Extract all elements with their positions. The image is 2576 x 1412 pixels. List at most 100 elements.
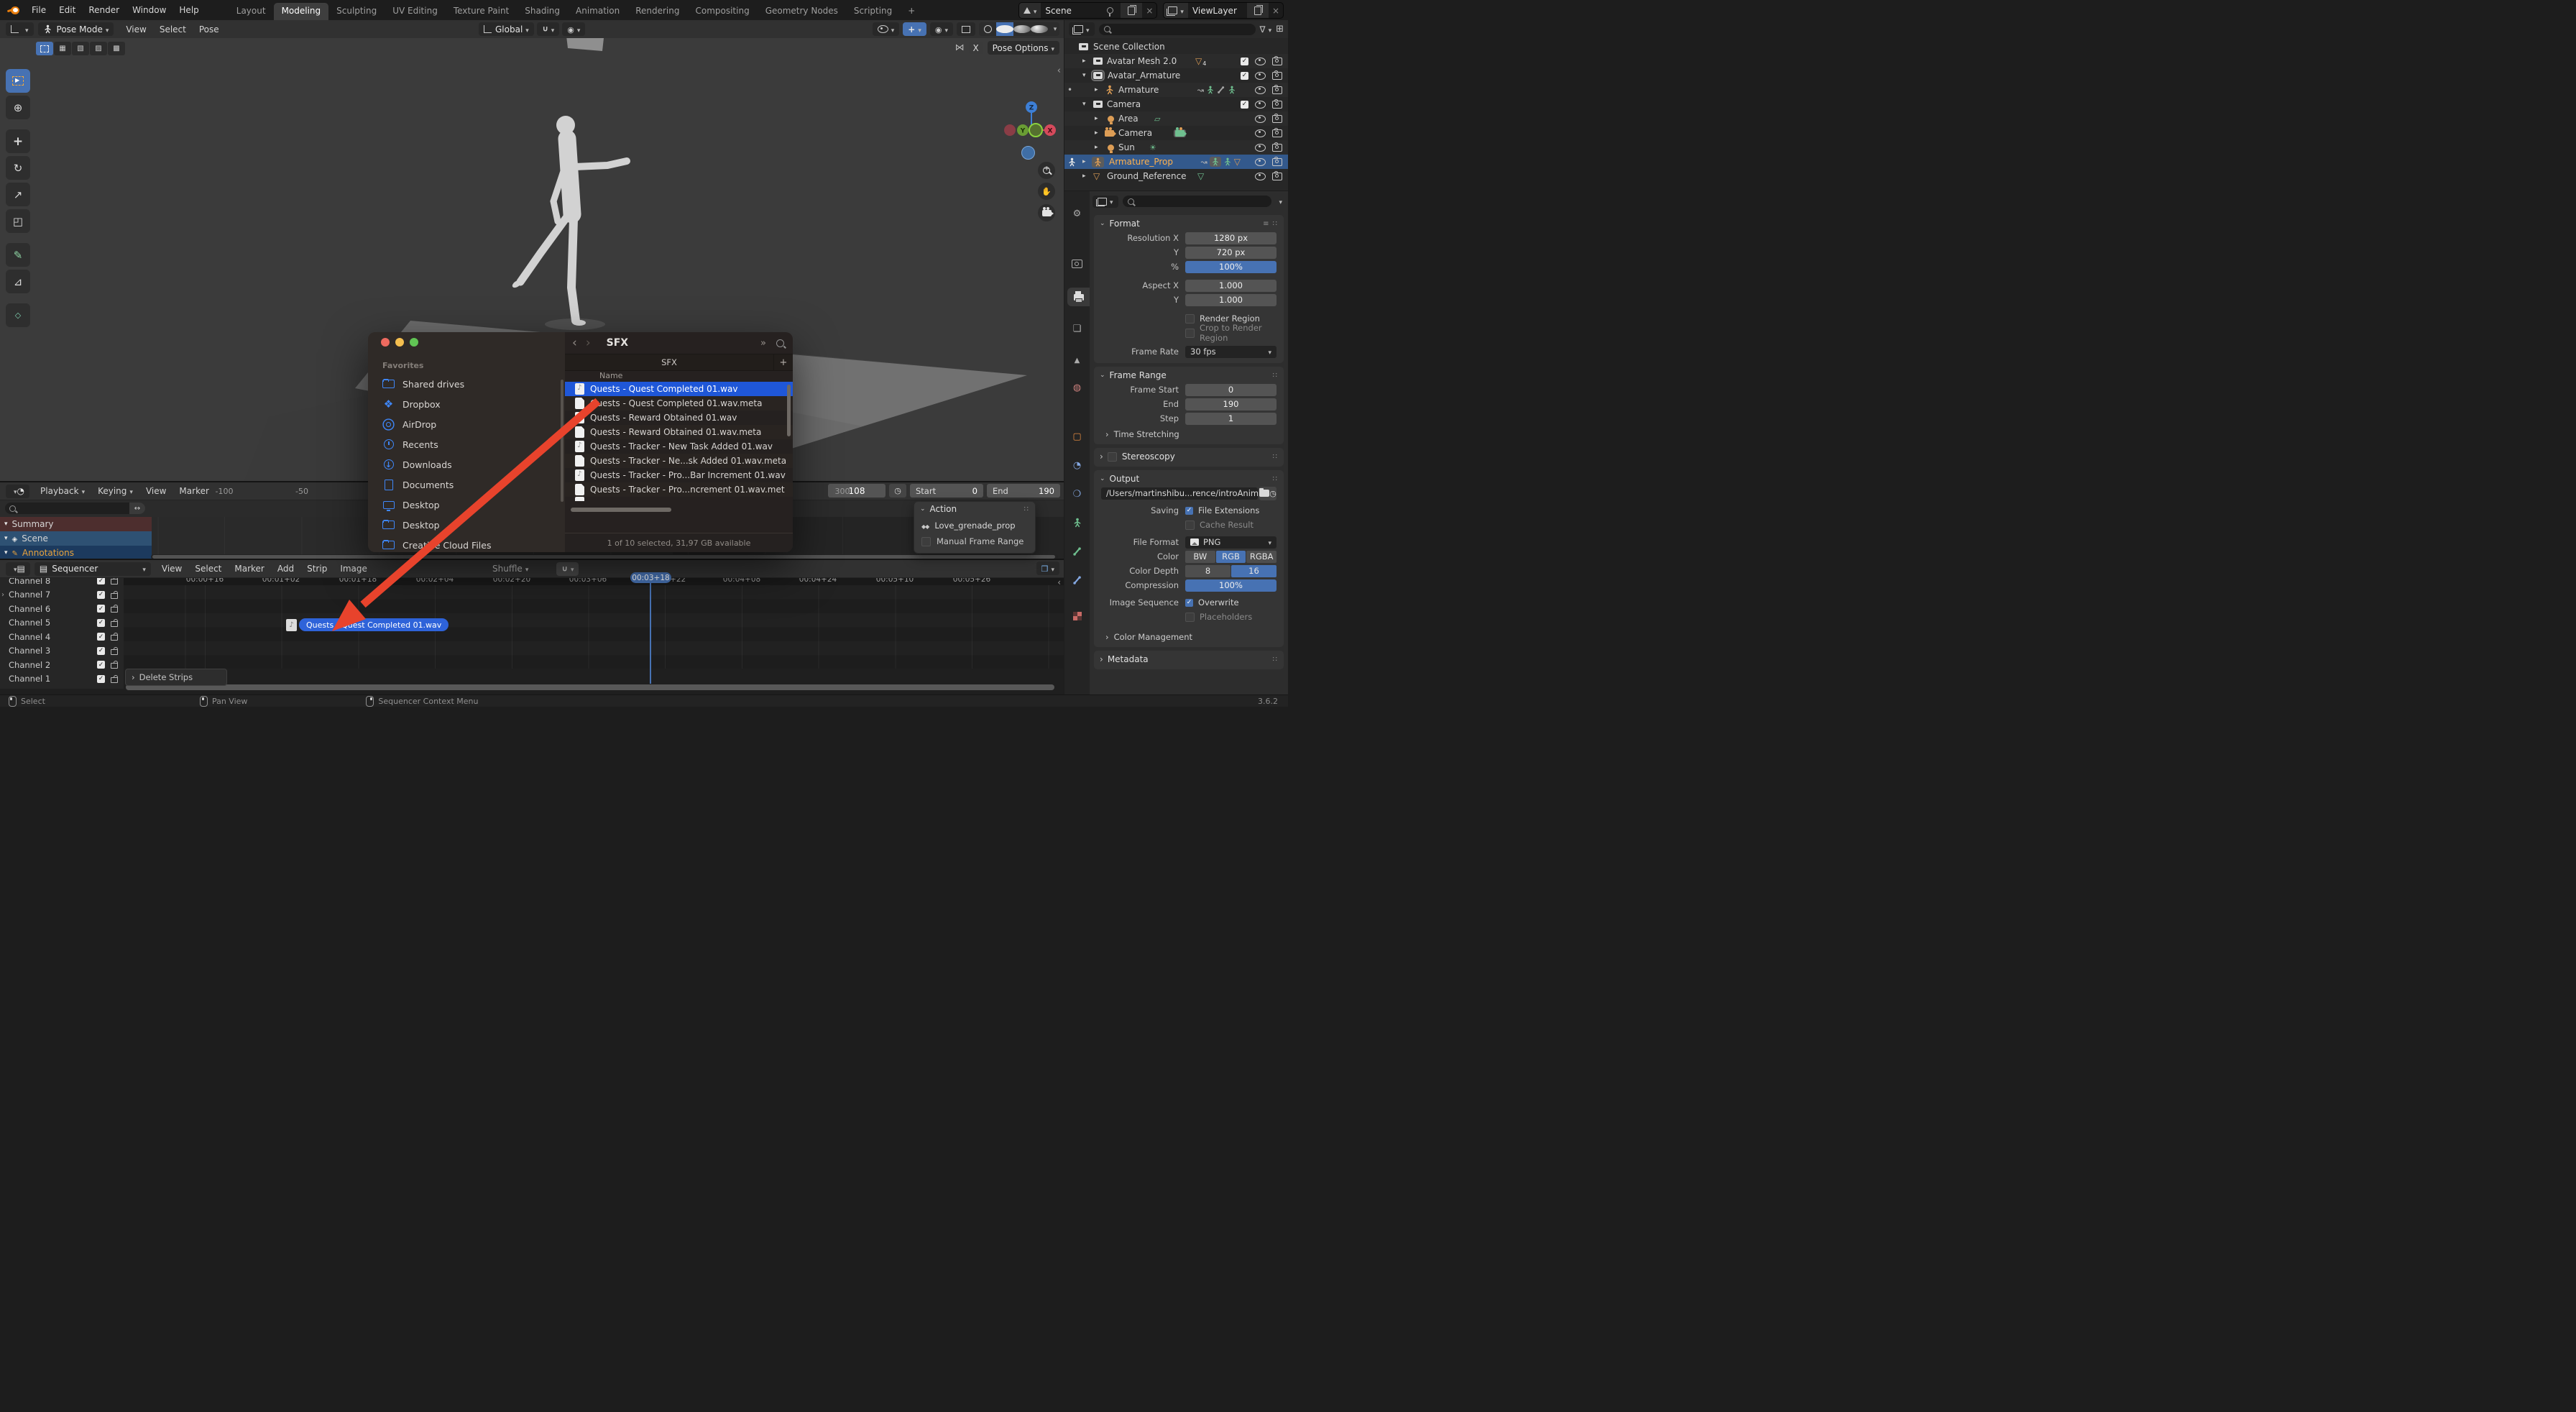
channel-lock-icon[interactable] <box>111 577 118 585</box>
outliner-row-avatar-armature[interactable]: ▾ Avatar_Armature <box>1064 68 1288 83</box>
metadata-panel-header[interactable]: Metadata∷ <box>1094 653 1284 666</box>
sequencer-menu[interactable]: View <box>155 564 188 574</box>
sequencer-collapse-icon[interactable]: ‹ <box>1057 577 1061 587</box>
sidebar-scrollbar[interactable] <box>561 380 564 502</box>
tool-cursor[interactable] <box>6 96 30 119</box>
finder-file-row[interactable]: Quests - Tracker - Pro...Bar Increment 0… <box>565 468 793 482</box>
sidebar-collapse-icon[interactable]: ‹ <box>1057 65 1061 76</box>
new-scene-icon[interactable] <box>1121 3 1143 18</box>
timeline-menu[interactable]: Marker <box>172 486 215 496</box>
outliner-search-input[interactable] <box>1098 23 1256 35</box>
workspace-tab[interactable]: Compositing <box>687 3 757 20</box>
channel-lock-icon[interactable] <box>111 618 118 627</box>
tab-render[interactable] <box>1064 255 1090 273</box>
sequencer-overlay-toggle[interactable] <box>1036 561 1059 575</box>
resolution-percent-slider[interactable]: 100% <box>1185 260 1276 273</box>
render-region-checkbox[interactable] <box>1185 313 1195 324</box>
eye-icon[interactable] <box>1255 114 1266 123</box>
placeholders-checkbox[interactable] <box>1185 612 1195 622</box>
mode-dropdown[interactable]: Pose Mode <box>37 22 114 36</box>
workspace-tab[interactable]: Sculpting <box>328 3 385 20</box>
zoom-icon[interactable] <box>1038 162 1055 179</box>
color-management-header[interactable]: Color Management <box>1094 629 1284 643</box>
finder-search-icon[interactable] <box>776 339 784 347</box>
material-shading-icon[interactable] <box>1013 22 1031 36</box>
collection-checkbox[interactable] <box>1241 71 1248 80</box>
finder-sidebar-item[interactable]: Desktop <box>368 515 565 535</box>
mirror-x-button[interactable]: X <box>968 42 983 54</box>
range-toggle-icon[interactable] <box>129 503 145 514</box>
sequencer-menu[interactable]: Marker <box>228 564 270 574</box>
minimize-window-button[interactable] <box>395 338 404 347</box>
forward-icon[interactable]: › <box>584 336 598 350</box>
sequencer-menu[interactable]: Strip <box>300 564 334 574</box>
output-path-field[interactable]: /Users/martinshibu...rence/introAnim_03 <box>1101 487 1258 500</box>
pan-hand-icon[interactable]: ✋ <box>1038 183 1055 200</box>
pose-options-dropdown[interactable]: Pose Options <box>987 41 1059 55</box>
proportional-edit-icon[interactable] <box>562 22 586 36</box>
tool-scale[interactable] <box>6 183 30 206</box>
camera-toggle-icon[interactable] <box>1272 98 1282 109</box>
cache-result-checkbox[interactable] <box>1185 520 1195 530</box>
resolution-y-field[interactable]: 720 px <box>1185 246 1276 259</box>
camera-toggle-icon[interactable] <box>1272 142 1282 152</box>
channel-lock-icon[interactable] <box>111 590 118 599</box>
finder-sidebar-item[interactable]: Recents <box>368 434 565 454</box>
dopesheet-search-input[interactable] <box>5 503 145 514</box>
outliner-row-camera[interactable]: ▸ Camera <box>1064 126 1288 140</box>
finder-file-row[interactable]: Quests - Reward Obtained 01.wav.meta <box>565 425 793 439</box>
timeline-menu[interactable]: Keying <box>91 486 139 496</box>
unlink-scene-icon[interactable]: × <box>1142 6 1156 16</box>
eye-icon[interactable] <box>1255 143 1266 152</box>
tool-measure[interactable] <box>6 270 30 293</box>
finder-sidebar-item[interactable]: Shared drives <box>368 374 565 394</box>
channel-lock-icon[interactable] <box>111 646 118 655</box>
finder-tab[interactable]: SFX <box>565 357 773 367</box>
frame-range-panel-header[interactable]: ⌄ Frame Range ∷ <box>1094 369 1284 382</box>
properties-options-icon[interactable] <box>1276 196 1282 206</box>
timeline-editor-type-button[interactable] <box>6 484 30 498</box>
output-panel-header[interactable]: ⌄ Output ∷ <box>1094 472 1284 485</box>
channel-lock-icon[interactable] <box>111 633 118 641</box>
file-browse-icon[interactable] <box>1259 486 1276 500</box>
finder-window[interactable]: Favorites Shared drives Dropbox AirDrop … <box>368 332 793 552</box>
color-rgba-button[interactable]: RGBA <box>1246 550 1277 563</box>
finder-sidebar-item[interactable]: Desktop <box>368 495 565 515</box>
tab-world[interactable] <box>1064 378 1090 397</box>
transform-orientation-dropdown[interactable]: Global <box>479 22 534 36</box>
outliner-row-armature-prop[interactable]: ▸ Armature_Prop <box>1064 155 1288 169</box>
zoom-window-button[interactable] <box>410 338 418 347</box>
tab-output[interactable] <box>1067 288 1090 306</box>
render-region-icon[interactable] <box>957 22 975 36</box>
channel-lock-icon[interactable] <box>111 661 118 669</box>
sequencer-channel[interactable]: › Channel 7 <box>0 588 124 602</box>
color-rgb-button[interactable]: RGB <box>1215 550 1246 563</box>
aspect-x-field[interactable]: 1.000 <box>1185 279 1276 292</box>
frame-end-pill[interactable]: End 190 <box>987 484 1060 498</box>
color-bw-button[interactable]: BW <box>1185 550 1215 563</box>
mirror-icon[interactable] <box>955 42 965 53</box>
sequencer-channel[interactable]: › Channel 3 <box>0 644 124 659</box>
file-extensions-checkbox[interactable] <box>1185 506 1193 515</box>
outliner-display-mode[interactable] <box>1069 22 1095 36</box>
select-subtract-button[interactable] <box>72 42 89 55</box>
eye-icon[interactable] <box>1255 57 1266 65</box>
sequencer-menu[interactable]: Image <box>334 564 374 574</box>
action-panel-header[interactable]: ⌄ Action ∷ <box>914 502 1035 516</box>
gizmo-dropdown[interactable]: + <box>903 22 926 36</box>
properties-search-input[interactable] <box>1122 196 1272 207</box>
collection-checkbox[interactable] <box>1241 100 1248 109</box>
workspace-tab[interactable]: Layout <box>229 3 274 20</box>
topbar-menu[interactable]: Edit <box>52 5 82 15</box>
select-invert-button[interactable] <box>90 42 107 55</box>
aspect-y-field[interactable]: 1.000 <box>1185 293 1276 306</box>
select-set-button[interactable] <box>36 42 53 55</box>
finder-file-row[interactable]: Quests - Tracker - New Task Added 01.wav <box>565 439 793 454</box>
sequencer-channel[interactable]: › Channel 4 <box>0 630 124 644</box>
new-collection-icon[interactable] <box>1276 24 1284 35</box>
outliner-row-scene-collection[interactable]: Scene Collection <box>1064 40 1288 54</box>
workspace-tab[interactable]: Texture Paint <box>446 3 517 20</box>
finder-file-row[interactable]: Quests - Tracker - Ne...sk Added 01.wav.… <box>565 454 793 468</box>
new-viewlayer-icon[interactable] <box>1246 3 1269 18</box>
blender-logo-icon[interactable] <box>6 6 19 14</box>
